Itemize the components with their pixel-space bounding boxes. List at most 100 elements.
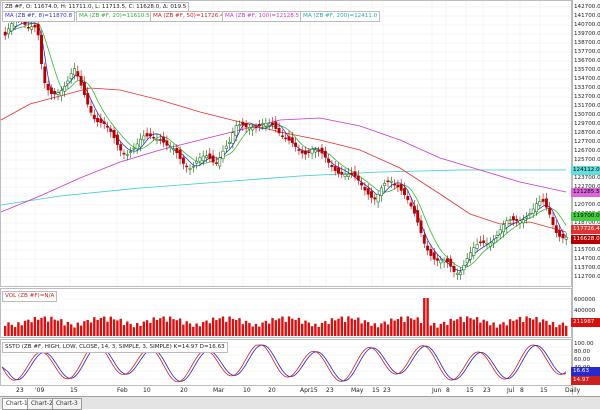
volume-bar bbox=[277, 318, 281, 336]
candle-body bbox=[66, 80, 70, 85]
volume-bar bbox=[449, 318, 452, 336]
volume-bar bbox=[20, 325, 23, 336]
volume-bar bbox=[502, 322, 505, 336]
candle-body bbox=[261, 123, 265, 125]
volume-chart[interactable] bbox=[0, 288, 572, 338]
volume-bar bbox=[261, 322, 264, 336]
candle-body bbox=[76, 71, 80, 77]
candle-body bbox=[49, 87, 53, 95]
volume-bar bbox=[215, 320, 218, 336]
candle-body bbox=[218, 157, 222, 167]
volume-bar bbox=[475, 317, 479, 336]
volume-bar bbox=[367, 322, 370, 336]
time-axis-label: 20 bbox=[268, 387, 276, 394]
volume-bar bbox=[79, 325, 83, 336]
candle-body bbox=[304, 150, 307, 155]
volume-bar bbox=[99, 318, 103, 336]
volume-bar bbox=[27, 319, 30, 336]
candle-body bbox=[452, 266, 456, 272]
candle-body bbox=[102, 121, 106, 124]
price-axis-label: 120700.0 bbox=[574, 202, 600, 208]
volume-bar bbox=[238, 318, 241, 336]
candle-body bbox=[99, 118, 103, 123]
volume-bar bbox=[162, 316, 165, 336]
candle-body bbox=[300, 150, 304, 154]
candle-body bbox=[419, 220, 423, 234]
volume-bar bbox=[76, 322, 79, 336]
volume-bar bbox=[33, 316, 37, 336]
volume-bar bbox=[482, 319, 485, 336]
price-axis-label: 123700.0 bbox=[574, 175, 600, 181]
candle-body bbox=[525, 216, 529, 219]
candle-body bbox=[112, 129, 116, 139]
candle-body bbox=[531, 208, 535, 214]
price-axis-label: 126700.0 bbox=[574, 148, 600, 154]
volume-bar bbox=[139, 325, 142, 336]
price-chart[interactable] bbox=[0, 0, 572, 287]
volume-bar bbox=[122, 325, 126, 336]
ma8-line bbox=[3, 22, 567, 272]
candle-body bbox=[478, 241, 482, 244]
volume-bar bbox=[56, 320, 60, 336]
ma200-line bbox=[0, 169, 566, 206]
volume-bar bbox=[274, 320, 277, 336]
price-axis-label: 133700.0 bbox=[574, 85, 600, 91]
ma200-legend: MA (ZB #F, 200)=12411.0 bbox=[300, 11, 381, 22]
volume-bar bbox=[185, 321, 188, 336]
time-axis-label: '09 bbox=[35, 387, 45, 394]
volume-bar bbox=[13, 327, 17, 336]
candle-body bbox=[515, 218, 519, 221]
ma20-line bbox=[3, 22, 567, 269]
volume-bar bbox=[413, 319, 416, 336]
volume-bar bbox=[515, 319, 518, 336]
candle-body bbox=[495, 235, 499, 238]
candle-body bbox=[406, 196, 410, 201]
price-axis-label: 139700.0 bbox=[574, 31, 600, 37]
volume-bar bbox=[462, 322, 466, 336]
price-axis-label: 141700.0 bbox=[574, 13, 600, 19]
candle-body bbox=[455, 272, 459, 275]
candle-body bbox=[254, 126, 258, 129]
tab-chart-3[interactable]: Chart-3 bbox=[52, 398, 82, 410]
candle-body bbox=[399, 184, 403, 191]
volume-bar bbox=[136, 323, 139, 336]
candle-body bbox=[386, 180, 390, 182]
candle-body bbox=[449, 258, 453, 267]
candle-body bbox=[363, 186, 367, 191]
candle-body bbox=[168, 146, 172, 148]
time-axis-label: 10 bbox=[243, 387, 251, 394]
candle-body bbox=[492, 239, 496, 244]
candle-body bbox=[360, 182, 364, 186]
volume-bar bbox=[304, 320, 307, 336]
candle-body bbox=[79, 76, 83, 86]
candle-body bbox=[350, 172, 354, 175]
candle-body bbox=[488, 242, 492, 247]
candle-body bbox=[485, 243, 489, 245]
candle-body bbox=[152, 137, 156, 139]
candle-body bbox=[465, 258, 469, 263]
candle-body bbox=[393, 183, 397, 186]
volume-bar bbox=[244, 320, 248, 336]
volume-bar bbox=[23, 320, 27, 336]
candle-body bbox=[73, 68, 76, 76]
time-axis-label: 15 bbox=[540, 387, 548, 394]
candle-body bbox=[69, 73, 73, 80]
candle-body bbox=[82, 82, 86, 95]
volume-bar bbox=[485, 321, 489, 336]
volume-bar bbox=[70, 324, 73, 336]
candle-body bbox=[327, 158, 331, 163]
time-axis-label: 20 bbox=[180, 387, 188, 394]
candle-body bbox=[403, 188, 406, 195]
price-axis-label: 136700.0 bbox=[574, 58, 600, 64]
candle-body bbox=[201, 155, 205, 161]
time-axis-label: Jul bbox=[507, 387, 515, 394]
volume-bar bbox=[195, 323, 198, 336]
volume-legend: VOL (ZB #F)=N/A bbox=[2, 291, 58, 302]
candle-body bbox=[271, 122, 274, 126]
candle-body bbox=[43, 66, 47, 84]
volume-bar bbox=[109, 316, 112, 336]
candle-body bbox=[46, 83, 50, 91]
candle-body bbox=[142, 135, 146, 141]
volume-bar bbox=[505, 325, 508, 336]
volume-bar bbox=[63, 325, 66, 336]
